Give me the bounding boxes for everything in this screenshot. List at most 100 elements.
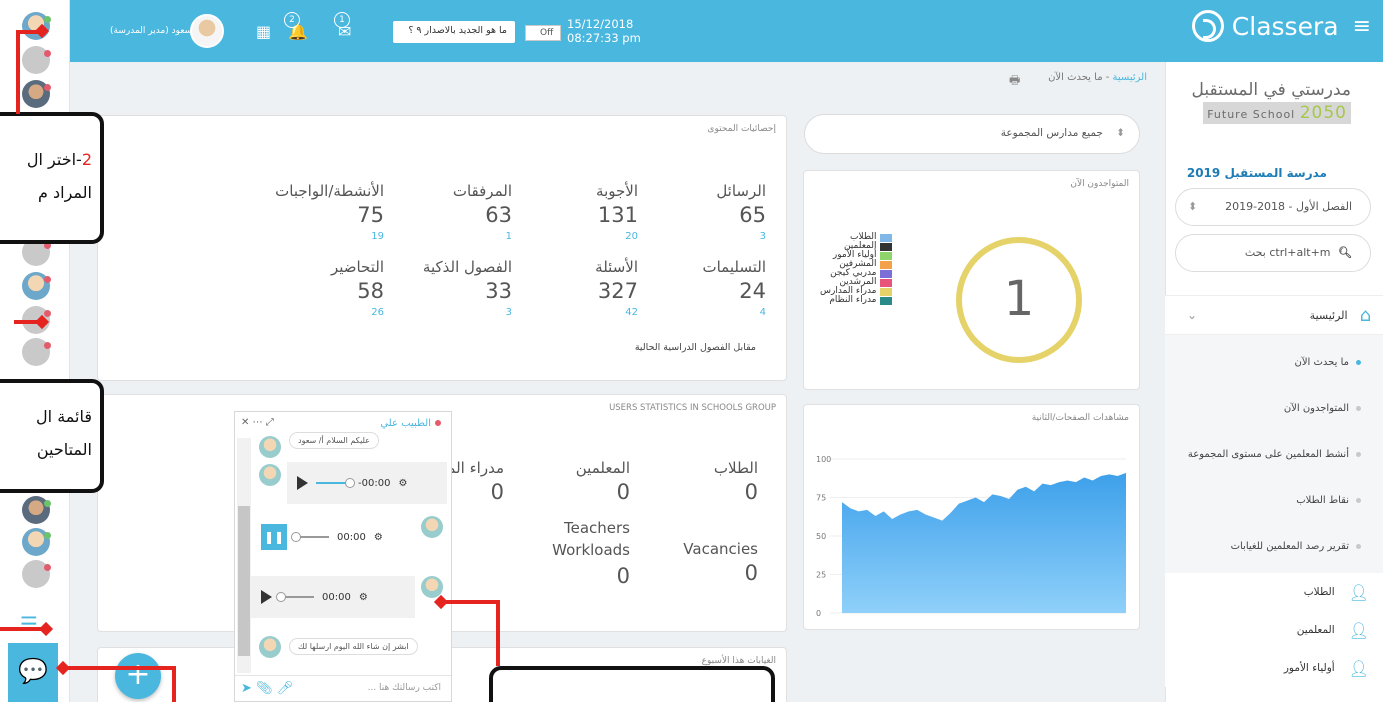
y-tick-label: 50 bbox=[816, 532, 826, 541]
chat-window: الطبيب علي ✕ ⋯ ⤢ عليكم السلام أ/ سعود -0… bbox=[234, 411, 452, 702]
chat-message-input[interactable]: اكتب رسالتك هنا ... ➤ 📎︎ 🎤︎ bbox=[235, 675, 451, 701]
user-icon: 👤︎ bbox=[1348, 620, 1369, 640]
play-icon[interactable] bbox=[261, 590, 272, 604]
print-icon[interactable]: 🖶 bbox=[1009, 71, 1020, 92]
scroll-thumb[interactable] bbox=[238, 506, 250, 656]
minimize-icon[interactable]: ⋯ bbox=[253, 417, 263, 428]
top-bar: سعود (مدير المدرسة) ▦ 🔔 2 ✉ 1 ما هو الجد… bbox=[70, 0, 1383, 62]
contact-avatar[interactable] bbox=[22, 12, 51, 40]
submenu-item-online-now[interactable]: المتواجدون الآن bbox=[1165, 385, 1383, 431]
gear-icon[interactable]: ⚙ bbox=[398, 478, 407, 489]
brand[interactable]: Classera ≡ bbox=[1191, 10, 1371, 42]
user-name[interactable]: سعود (مدير المدرسة) bbox=[110, 26, 192, 36]
search-input[interactable]: 🔍︎ ctrl+alt+m بحث bbox=[1175, 234, 1371, 272]
semester-select[interactable]: الفصل الأول - 2018-2019 ⬍ bbox=[1175, 188, 1371, 226]
attach-icon[interactable]: 📎︎ bbox=[256, 681, 273, 696]
sidebar-item-home[interactable]: ⌂ الرئيسية ⌄ bbox=[1165, 295, 1383, 335]
submenu-item-whats-happening[interactable]: ما يحدث الآن bbox=[1165, 339, 1383, 385]
breadcrumb: الرئيسية - ما يحدث الآن bbox=[1048, 72, 1147, 83]
user-avatar[interactable] bbox=[190, 14, 224, 48]
audio-progress[interactable] bbox=[291, 532, 329, 542]
offline-status-icon bbox=[435, 420, 441, 426]
sidebar-item-parents[interactable]: 👤︎ أولياء الأمور bbox=[1165, 649, 1383, 687]
submenu-item-absence-report[interactable]: تقرير رصد المعلمين للغيابات bbox=[1165, 523, 1383, 569]
breadcrumb-current: ما يحدث الآن bbox=[1048, 72, 1103, 83]
close-icon[interactable]: ✕ bbox=[241, 417, 249, 428]
contact-avatar[interactable] bbox=[22, 338, 51, 366]
submenu-item-student-points[interactable]: نقاط الطلاب bbox=[1165, 477, 1383, 523]
contacts-list-icon[interactable]: ☰ bbox=[20, 612, 38, 636]
select-arrows-icon: ⬍ bbox=[1116, 127, 1125, 139]
contact-avatar[interactable] bbox=[22, 560, 51, 588]
annotation-callout-3 bbox=[489, 666, 775, 702]
users-stat-vacancies[interactable]: Vacancies 0 bbox=[638, 540, 758, 585]
y-tick-label: 0 bbox=[816, 609, 821, 618]
users-stat-students[interactable]: الطلاب 0 bbox=[638, 459, 758, 504]
sidebar-item-teachers[interactable]: 👤︎ المعلمين bbox=[1165, 611, 1383, 649]
add-button[interactable]: + bbox=[115, 653, 161, 699]
building-icon[interactable]: ▦ bbox=[256, 22, 271, 41]
chat-toggle-button[interactable]: 💬 bbox=[8, 643, 58, 702]
audio-message[interactable]: -00:00 ⚙ bbox=[287, 462, 447, 504]
stat-smart-classes[interactable]: الفصول الذكية 33 3 bbox=[392, 258, 512, 318]
expand-icon[interactable]: ⤢ bbox=[266, 417, 274, 428]
card-title: المتواجدون الآن bbox=[1070, 179, 1129, 189]
legend-swatch bbox=[879, 278, 892, 287]
stat-answers[interactable]: الأجوبة 131 20 bbox=[518, 182, 638, 242]
send-icon[interactable]: ➤ bbox=[241, 681, 252, 696]
contact-avatar[interactable] bbox=[22, 46, 51, 74]
contact-avatar[interactable] bbox=[22, 272, 51, 300]
compare-label: مقابل الفصول الدراسية الحالية bbox=[634, 342, 756, 353]
search-icon: 🔍︎ bbox=[1338, 246, 1352, 259]
select-arrows-icon: ⬍ bbox=[1188, 200, 1198, 213]
audio-message[interactable]: ❚❚ 00:00 ⚙ bbox=[251, 516, 401, 558]
chevron-down-icon[interactable]: ⌄ bbox=[1187, 308, 1197, 322]
annotation-line bbox=[0, 627, 44, 631]
pause-icon[interactable]: ❚❚ bbox=[261, 524, 287, 550]
y-tick-label: 100 bbox=[816, 455, 831, 464]
microphone-icon[interactable]: 🎤︎ bbox=[277, 681, 294, 696]
message-bubble: عليكم السلام أ/ سعود bbox=[289, 432, 379, 449]
online-now-card: المتواجدون الآن الطلاب المعلمين أولياء الأ… bbox=[803, 170, 1140, 390]
submenu-item-active-teachers[interactable]: أنشط المعلمين على مستوى المجموعة bbox=[1165, 431, 1383, 477]
user-icon: 👤︎ bbox=[1348, 658, 1369, 678]
gear-icon[interactable]: ⚙ bbox=[359, 592, 368, 603]
sidebar-item-students[interactable]: 👤︎ الطلاب bbox=[1165, 573, 1383, 611]
stat-questions[interactable]: الأسئلة 327 42 bbox=[518, 258, 638, 318]
gear-icon[interactable]: ⚙ bbox=[374, 532, 383, 543]
stat-messages[interactable]: الرسائل 65 3 bbox=[646, 182, 766, 242]
brand-name: Classera bbox=[1231, 11, 1339, 41]
school-logo-line1: مدرستي في المستقبل bbox=[1191, 80, 1351, 100]
chat-scrollbar[interactable] bbox=[237, 438, 251, 673]
breadcrumb-home[interactable]: الرئيسية bbox=[1113, 72, 1147, 83]
school-group-select[interactable]: ⬍ جميع مدارس المجموعة bbox=[804, 114, 1140, 154]
annotation-callout-1: 2-اختر ال المراد م bbox=[0, 112, 104, 244]
whats-new-button[interactable]: ما هو الجديد بالاصدار ٩ ؟ bbox=[393, 21, 515, 43]
stat-submissions[interactable]: التسليمات 24 4 bbox=[646, 258, 766, 318]
legend-swatch bbox=[879, 260, 892, 269]
contact-avatar[interactable] bbox=[22, 528, 51, 556]
page-views-chart: 0 25 50 75 100 bbox=[816, 455, 1126, 618]
menu-icon[interactable]: ≡ bbox=[1353, 14, 1371, 39]
annotation-line bbox=[496, 600, 500, 666]
area-series bbox=[842, 472, 1126, 613]
legend-swatch bbox=[879, 287, 892, 296]
stat-preparations[interactable]: التحاضير 58 26 bbox=[264, 258, 384, 318]
audio-progress[interactable] bbox=[276, 592, 314, 602]
content-stats-card: إحصائيات المحتوى الرسائل 65 3 الأجوبة 131 20… bbox=[97, 115, 787, 381]
stat-activities[interactable]: الأنشطة/الواجبات 75 19 bbox=[264, 182, 384, 242]
school-logo-line2: Future School 2050 bbox=[1203, 102, 1351, 124]
audio-message[interactable]: 00:00 ⚙ bbox=[251, 576, 415, 618]
audio-progress[interactable] bbox=[316, 478, 355, 488]
right-sidebar: مدرستي في المستقبل Future School 2050 مد… bbox=[1165, 62, 1383, 702]
contact-avatar[interactable] bbox=[22, 80, 51, 108]
play-icon[interactable] bbox=[297, 476, 308, 490]
legend-label: مدراء النظام bbox=[829, 295, 877, 305]
users-stat-teachers[interactable]: المعلمين 0 bbox=[510, 459, 630, 504]
mode-toggle[interactable]: Off bbox=[525, 25, 561, 41]
users-stat-workloads[interactable]: Teachers Workloads 0 bbox=[520, 517, 630, 588]
stat-attachments[interactable]: المرفقات 63 1 bbox=[392, 182, 512, 242]
notifications-badge: 2 bbox=[284, 12, 300, 28]
contact-avatar[interactable] bbox=[22, 496, 51, 524]
chat-contact-name[interactable]: الطبيب علي bbox=[380, 418, 431, 429]
